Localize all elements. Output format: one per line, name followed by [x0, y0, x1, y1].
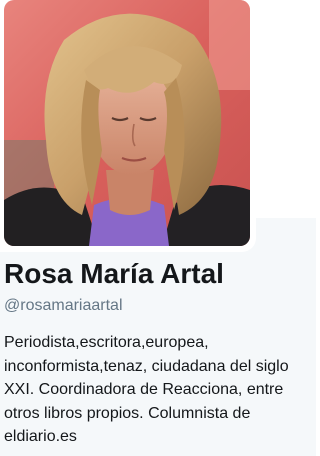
- profile-name[interactable]: Rosa María Artal: [4, 257, 224, 291]
- profile-photo-icon: [4, 0, 250, 246]
- avatar-frame: [0, 0, 256, 252]
- profile-bio: Periodista,escritora,europea, inconformi…: [4, 334, 289, 445]
- profile-handle[interactable]: @rosamariaartal: [4, 296, 123, 316]
- profile-card: Rosa María Artal @rosamariaartal Periodi…: [0, 0, 316, 456]
- avatar[interactable]: [4, 0, 250, 246]
